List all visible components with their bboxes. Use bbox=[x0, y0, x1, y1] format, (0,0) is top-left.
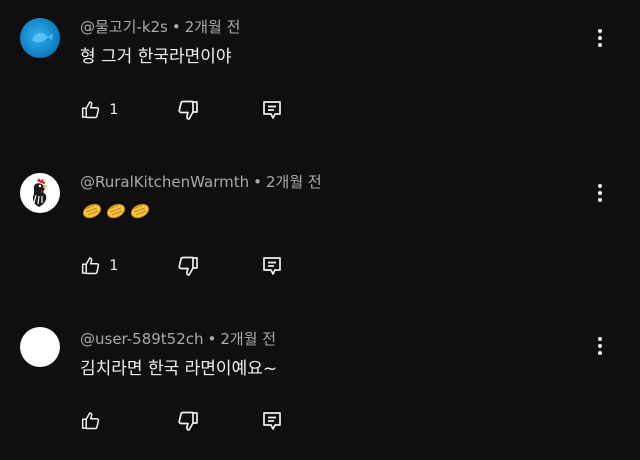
clapping-hands-emoji bbox=[82, 203, 150, 219]
like-button[interactable]: 1 bbox=[80, 254, 120, 278]
thumbs-down-icon bbox=[178, 411, 198, 431]
more-vert-icon[interactable] bbox=[590, 334, 610, 358]
dislike-button[interactable] bbox=[176, 98, 200, 122]
more-vert-icon[interactable] bbox=[590, 26, 610, 50]
comment-time[interactable]: 2개월 전 bbox=[220, 330, 276, 348]
comment-time[interactable]: 2개월 전 bbox=[185, 18, 241, 36]
comment-header: @user-589t52ch • 2개월 전 bbox=[80, 328, 276, 349]
default-avatar[interactable] bbox=[20, 327, 60, 367]
comment-actions: 1 bbox=[80, 98, 284, 122]
more-vert-icon[interactable] bbox=[590, 181, 610, 205]
thumbs-up-icon bbox=[81, 101, 100, 119]
separator-dot: • bbox=[207, 330, 217, 348]
fish-icon bbox=[32, 33, 53, 43]
comment-text: 형 그거 한국라면이야 bbox=[80, 47, 232, 67]
reply-button[interactable] bbox=[260, 98, 284, 122]
thumbs-up-icon bbox=[81, 412, 100, 430]
like-count: 1 bbox=[109, 102, 119, 118]
author-name[interactable]: @RuralKitchenWarmth bbox=[80, 173, 249, 191]
thumbs-down-icon bbox=[178, 256, 198, 276]
separator-dot: • bbox=[253, 173, 262, 191]
comment-text: 김치라면 한국 라면이예요~ bbox=[80, 359, 278, 379]
reply-button[interactable] bbox=[260, 409, 284, 433]
like-button[interactable] bbox=[80, 409, 120, 433]
comment-header: @RuralKitchenWarmth • 2개월 전 bbox=[80, 171, 322, 192]
dislike-button[interactable] bbox=[176, 409, 200, 433]
dislike-button[interactable] bbox=[176, 254, 200, 278]
thumbs-up-icon bbox=[81, 257, 100, 275]
like-count: 1 bbox=[109, 258, 119, 274]
reply-icon bbox=[263, 412, 281, 430]
fish-avatar[interactable] bbox=[20, 18, 60, 58]
author-name[interactable]: @물고기-k2s bbox=[80, 18, 168, 36]
separator-dot: • bbox=[171, 18, 181, 36]
comment-text bbox=[80, 197, 152, 226]
like-button[interactable]: 1 bbox=[80, 98, 120, 122]
rooster-avatar[interactable] bbox=[20, 173, 60, 213]
author-name[interactable]: @user-589t52ch bbox=[80, 330, 204, 348]
comment-actions bbox=[80, 409, 284, 433]
comment-header: @물고기-k2s • 2개월 전 bbox=[80, 16, 240, 37]
comment-actions: 1 bbox=[80, 254, 284, 278]
reply-icon bbox=[263, 101, 281, 119]
comment-time[interactable]: 2개월 전 bbox=[266, 173, 322, 191]
thumbs-down-icon bbox=[178, 100, 198, 120]
reply-button[interactable] bbox=[260, 254, 284, 278]
rooster-icon bbox=[32, 178, 48, 207]
reply-icon bbox=[263, 257, 281, 275]
